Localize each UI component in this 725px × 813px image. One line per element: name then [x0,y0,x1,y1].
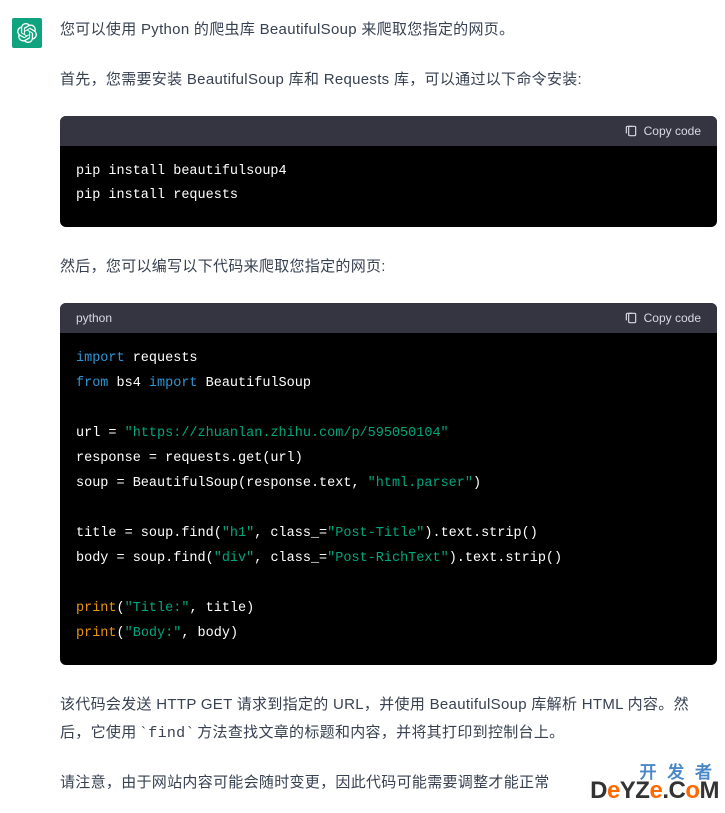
explanation-paragraph: 该代码会发送 HTTP GET 请求到指定的 URL，并使用 Beautiful… [60,691,717,748]
clipboard-icon [624,124,638,138]
intro-paragraph: 您可以使用 Python 的爬虫库 BeautifulSoup 来爬取您指定的网… [60,16,717,44]
code-body[interactable]: import requests from bs4 import Beautifu… [60,333,717,665]
copy-code-button[interactable]: Copy code [624,311,701,325]
code-header: python Copy code [60,303,717,333]
clipboard-icon [624,311,638,325]
code-language-label: python [76,311,112,325]
code-block-install: Copy code pip install beautifulsoup4 pip… [60,116,717,228]
code-header: Copy code [60,116,717,146]
assistant-avatar [12,18,42,48]
code-block-python: python Copy code import requests from bs… [60,303,717,665]
code-body[interactable]: pip install beautifulsoup4 pip install r… [60,146,717,228]
message-content: 您可以使用 Python 的爬虫库 BeautifulSoup 来爬取您指定的网… [60,16,717,797]
copy-code-label: Copy code [644,311,701,325]
code-intro-paragraph: 然后，您可以编写以下代码来爬取您指定的网页: [60,253,717,281]
copy-code-button[interactable]: Copy code [624,124,701,138]
message-container: 您可以使用 Python 的爬虫库 BeautifulSoup 来爬取您指定的网… [0,0,725,813]
inline-code: find [146,725,187,742]
copy-code-label: Copy code [644,124,701,138]
install-intro-paragraph: 首先，您需要安装 BeautifulSoup 库和 Requests 库，可以通… [60,66,717,94]
openai-logo-icon [17,23,37,43]
note-paragraph: 请注意，由于网站内容可能会随时变更，因此代码可能需要调整才能正常 [60,769,717,797]
